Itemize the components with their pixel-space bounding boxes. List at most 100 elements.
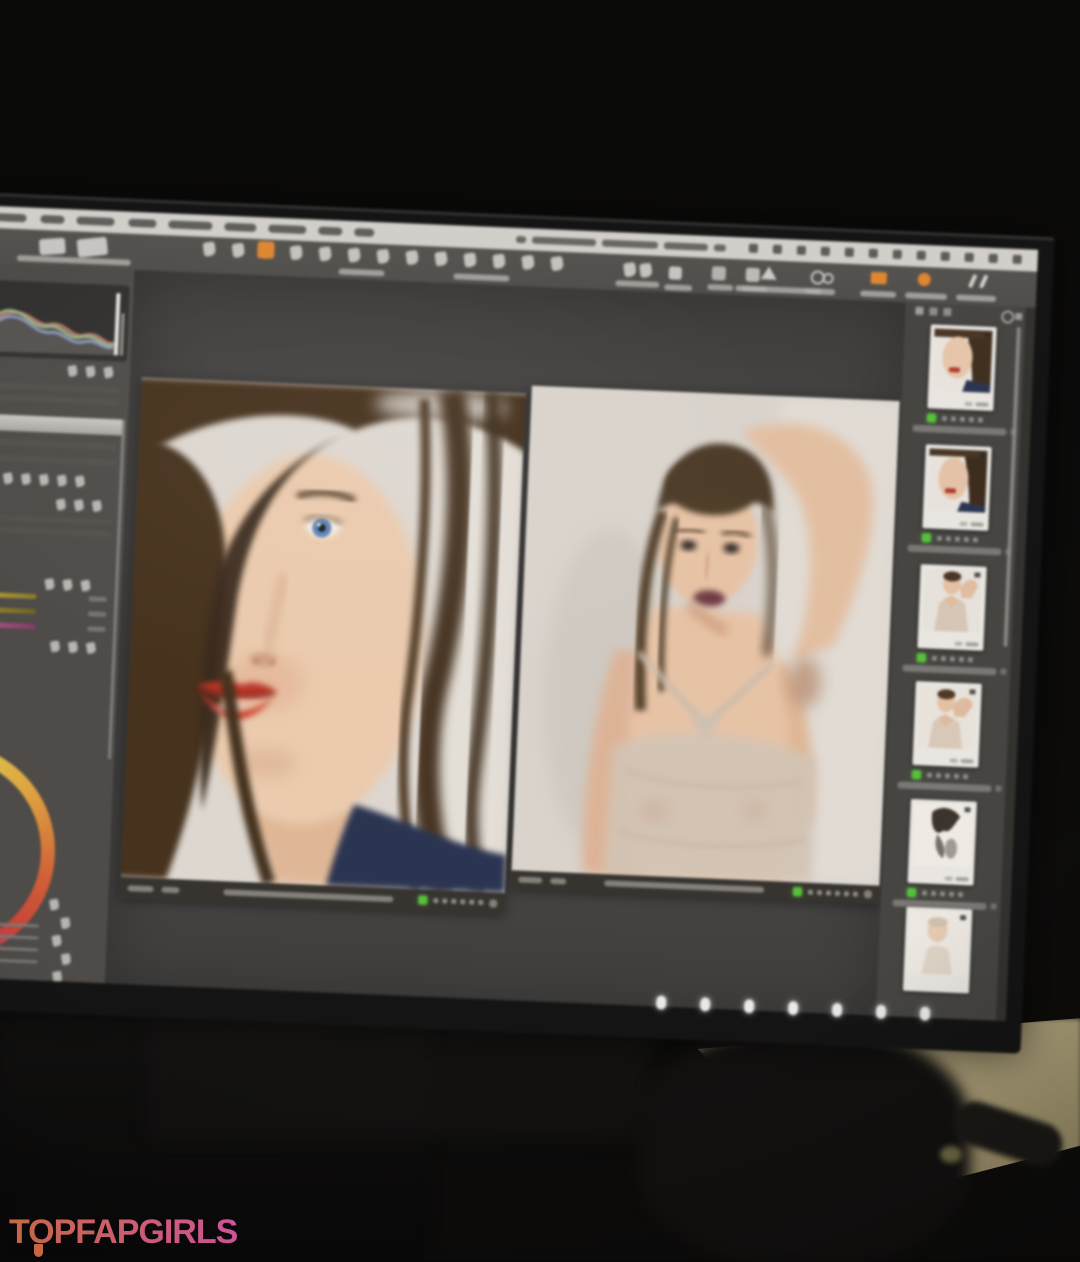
rating-dot[interactable]	[937, 535, 942, 540]
thumbnail-card[interactable]	[912, 681, 981, 768]
exposure-warning-icon[interactable]	[761, 266, 778, 280]
view-icon[interactable]	[943, 308, 951, 316]
rating-dot[interactable]	[968, 657, 973, 662]
menu-item[interactable]	[268, 225, 306, 235]
color-tag-green[interactable]	[907, 887, 916, 896]
curve-tool-icon[interactable]	[39, 474, 50, 486]
rating-dot[interactable]	[959, 656, 964, 661]
menu-item[interactable]	[40, 215, 64, 224]
color-tag-green[interactable]	[912, 769, 921, 778]
thumbnail-6[interactable]	[903, 907, 972, 994]
thumbnail-4[interactable]	[911, 681, 981, 792]
status-icon[interactable]	[989, 254, 998, 263]
status-icon[interactable]	[941, 252, 950, 261]
search-icon[interactable]	[1001, 310, 1015, 324]
status-icon[interactable]	[869, 249, 878, 258]
pen-icon[interactable]	[74, 499, 85, 511]
rating-dot[interactable]	[949, 891, 954, 896]
eyedropper-icon[interactable]	[67, 365, 78, 377]
info-bar-end-icon[interactable]	[489, 899, 497, 907]
color-tag-green[interactable]	[418, 895, 427, 904]
active-tool-icon[interactable]	[257, 241, 275, 259]
status-icon[interactable]	[749, 244, 758, 253]
pen-icon[interactable]	[44, 578, 55, 590]
pen-icon[interactable]	[51, 935, 62, 947]
rating-dot[interactable]	[963, 774, 968, 779]
menu-item[interactable]	[76, 216, 114, 226]
rating-dot[interactable]	[844, 891, 849, 896]
selected-section-header[interactable]	[0, 412, 123, 435]
status-icon[interactable]	[821, 247, 830, 256]
reset-icon[interactable]	[103, 366, 114, 378]
rating-dot[interactable]	[955, 536, 960, 541]
thumbnail-3[interactable]	[916, 564, 986, 675]
import-folder-icon[interactable]	[871, 272, 887, 285]
status-icon[interactable]	[1012, 255, 1021, 264]
menu-item[interactable]	[318, 227, 342, 236]
rating-dot[interactable]	[960, 416, 965, 421]
rating-dot[interactable]	[442, 898, 447, 903]
menu-item[interactable]	[354, 228, 374, 237]
rating-dot[interactable]	[826, 890, 831, 895]
menu-item[interactable]	[224, 223, 256, 232]
rating-dot[interactable]	[451, 899, 456, 904]
rating-dot[interactable]	[978, 417, 983, 422]
cursor-tool-icon[interactable]	[203, 241, 217, 256]
rating-dot[interactable]	[950, 656, 955, 661]
rating-dot[interactable]	[942, 415, 947, 420]
menu-item[interactable]	[128, 219, 156, 228]
capture-orb-icon[interactable]	[917, 273, 931, 287]
rating-dot[interactable]	[460, 899, 465, 904]
pen-icon[interactable]	[85, 366, 96, 378]
color-tag-green[interactable]	[922, 533, 931, 542]
cursor-tool-icon[interactable]	[405, 250, 419, 265]
reset-icon[interactable]	[86, 642, 97, 654]
thumbnail-card[interactable]	[927, 324, 996, 411]
slider-olive[interactable]	[0, 605, 36, 614]
cursor-tool-icon[interactable]	[231, 243, 245, 258]
viewer-image-left[interactable]	[120, 377, 525, 914]
rating-dot[interactable]	[469, 900, 474, 905]
add-icon[interactable]	[1015, 313, 1022, 320]
curve-tool-icon[interactable]	[75, 475, 86, 487]
cursor-tool-icon[interactable]	[289, 245, 303, 260]
grid-view-icon[interactable]	[746, 268, 761, 283]
rating-dot[interactable]	[932, 655, 937, 660]
status-icon[interactable]	[773, 245, 782, 254]
rating-dot[interactable]	[940, 891, 945, 896]
cursor-tool-icon[interactable]	[434, 251, 448, 266]
rating-dot[interactable]	[969, 417, 974, 422]
rating-dot[interactable]	[973, 537, 978, 542]
rating-dot[interactable]	[945, 773, 950, 778]
rating-dot[interactable]	[946, 536, 951, 541]
thumbnail-1[interactable]	[926, 324, 996, 435]
color-tag-green[interactable]	[917, 653, 926, 662]
thumbnail-card[interactable]	[922, 444, 991, 531]
thumbnail-2[interactable]	[921, 444, 991, 555]
pen-icon[interactable]	[60, 917, 71, 929]
rating-dot[interactable]	[433, 898, 438, 903]
cursor-tool-icon[interactable]	[550, 256, 564, 271]
color-tag-green[interactable]	[927, 413, 936, 422]
reset-icon[interactable]	[80, 579, 91, 591]
rating-dot[interactable]	[941, 656, 946, 661]
cursor-tool-icon[interactable]	[521, 255, 535, 270]
curve-tool-icon[interactable]	[57, 474, 68, 486]
pen-icon[interactable]	[68, 641, 79, 653]
rating-dot[interactable]	[853, 891, 858, 896]
rating-dot[interactable]	[954, 773, 959, 778]
reset-icon[interactable]	[92, 500, 103, 512]
disk-slash-icon[interactable]	[968, 274, 977, 288]
thumbnail-card[interactable]	[917, 564, 986, 651]
pen-icon[interactable]	[62, 579, 73, 591]
pen-icon[interactable]	[61, 953, 72, 965]
viewer-image-right[interactable]	[511, 386, 900, 904]
rating-dot[interactable]	[808, 889, 813, 894]
color-tag-green[interactable]	[793, 887, 802, 896]
crop-tool-icon[interactable]	[77, 237, 109, 258]
status-icon[interactable]	[917, 251, 926, 260]
gradient-tool-icon[interactable]	[623, 262, 637, 277]
rating-dot[interactable]	[922, 890, 927, 895]
brush-tool-icon[interactable]	[639, 263, 653, 278]
cursor-tool-icon[interactable]	[376, 249, 390, 264]
